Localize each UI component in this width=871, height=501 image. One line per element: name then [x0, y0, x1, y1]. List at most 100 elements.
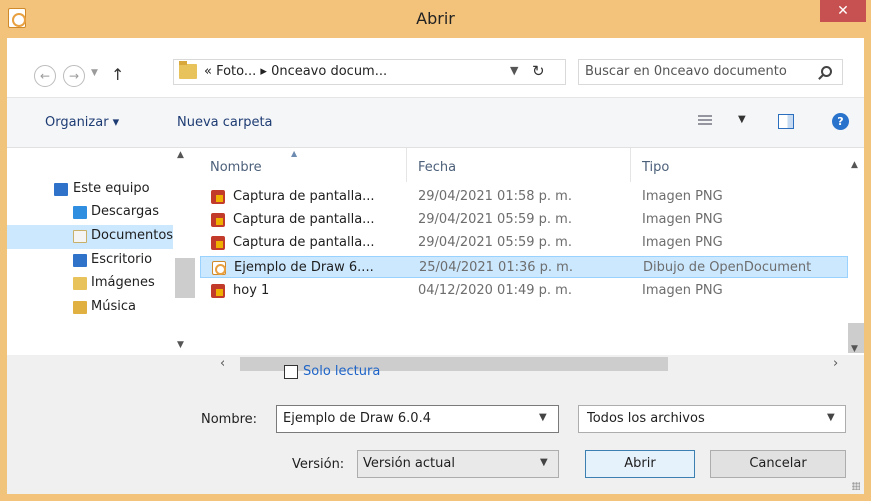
file-date: 04/12/2020 01:49 p. m.	[418, 283, 572, 298]
computer-icon	[54, 183, 68, 196]
file-row[interactable]: Captura de pantalla... 29/04/2021 01:58 …	[200, 186, 848, 208]
file-date: 25/04/2021 01:36 p. m.	[419, 260, 573, 275]
nav-item-label: Este equipo	[73, 181, 150, 196]
column-divider[interactable]	[630, 148, 631, 182]
sort-ascending-icon: ▲	[291, 149, 298, 158]
title-bar: Abrir ✕	[0, 0, 871, 38]
preview-pane-icon[interactable]	[778, 114, 794, 129]
nav-item-label: Imágenes	[91, 275, 155, 290]
nav-item-music[interactable]: Música	[7, 296, 173, 320]
refresh-button[interactable]: ↻	[532, 62, 545, 80]
file-name: hoy 1	[233, 283, 270, 298]
filename-value: Ejemplo de Draw 6.0.4	[283, 411, 431, 426]
nav-item-label: Descargas	[91, 204, 160, 219]
search-placeholder: Buscar en 0nceavo documento	[585, 64, 787, 79]
nav-item-label: Música	[91, 299, 136, 314]
chevron-down-icon[interactable]: ▼	[539, 412, 547, 423]
scroll-down-icon[interactable]: ▼	[851, 344, 858, 354]
file-date: 29/04/2021 05:59 p. m.	[418, 235, 572, 250]
close-button[interactable]: ✕	[820, 0, 866, 22]
vertical-scrollbar[interactable]: ▲ ▼	[848, 148, 864, 355]
file-date: 29/04/2021 05:59 p. m.	[418, 212, 572, 227]
dialog-title: Abrir	[416, 9, 455, 28]
dialog-body: ← → ▼ ↑ « Foto... ▸ 0nceavo docum... ▼ ↻…	[7, 38, 864, 494]
nav-item-desktop[interactable]: Escritorio	[7, 249, 173, 273]
scroll-left-icon[interactable]: ‹	[220, 356, 225, 371]
cancel-button[interactable]: Cancelar	[710, 450, 846, 478]
png-file-icon	[211, 213, 225, 227]
nav-item-documents[interactable]: Documentos	[7, 225, 173, 249]
address-row: ← → ▼ ↑ « Foto... ▸ 0nceavo docum... ▼ ↻…	[7, 38, 864, 98]
file-name: Captura de pantalla...	[233, 235, 375, 250]
organize-button[interactable]: Organizar ▾	[45, 115, 119, 130]
readonly-label[interactable]: Solo lectura	[303, 364, 380, 379]
resize-grip-icon[interactable]	[852, 482, 860, 490]
draw-file-icon	[212, 261, 226, 275]
png-file-icon	[211, 236, 225, 250]
file-type-select[interactable]: Todos los archivos ▼	[578, 405, 846, 433]
file-type-value: Todos los archivos	[587, 411, 705, 426]
version-label: Versión:	[292, 457, 345, 472]
scroll-down-icon[interactable]: ▼	[177, 340, 184, 350]
search-input[interactable]: Buscar en 0nceavo documento	[578, 59, 843, 85]
search-icon[interactable]	[821, 66, 832, 77]
png-file-icon	[211, 190, 225, 204]
version-select[interactable]: Versión actual ▼	[357, 450, 559, 478]
scroll-up-icon[interactable]: ▲	[177, 150, 184, 160]
music-icon	[73, 301, 87, 314]
window-border	[0, 494, 871, 501]
file-row[interactable]: hoy 1 04/12/2020 01:49 p. m. Imagen PNG	[200, 280, 848, 302]
file-type: Imagen PNG	[642, 189, 723, 204]
address-bar[interactable]: « Foto... ▸ 0nceavo docum... ▼ ↻	[173, 59, 566, 85]
new-folder-button[interactable]: Nueva carpeta	[177, 115, 273, 130]
open-button[interactable]: Abrir	[585, 450, 695, 478]
pictures-icon	[73, 277, 87, 290]
open-dialog: Abrir ✕ ← → ▼ ↑ « Foto... ▸ 0nceavo docu…	[0, 0, 871, 501]
nav-item-label: Documentos	[91, 228, 173, 243]
desktop-icon	[73, 254, 87, 267]
nav-item-downloads[interactable]: Descargas	[7, 201, 173, 225]
chevron-down-icon[interactable]: ▼	[738, 114, 746, 125]
view-options-icon[interactable]	[698, 115, 712, 127]
filename-label: Nombre:	[201, 412, 258, 427]
column-divider[interactable]	[406, 148, 407, 182]
up-button[interactable]: ↑	[111, 65, 124, 84]
file-type: Imagen PNG	[642, 212, 723, 227]
file-type: Imagen PNG	[642, 235, 723, 250]
nav-scrollbar-thumb[interactable]	[175, 258, 195, 298]
filename-field[interactable]: Ejemplo de Draw 6.0.4 ▼	[276, 405, 559, 433]
navigation-pane: ▲ Este equipo Descargas Documentos Escri…	[7, 148, 196, 355]
file-row[interactable]: Captura de pantalla... 29/04/2021 05:59 …	[200, 209, 848, 231]
readonly-checkbox[interactable]	[284, 365, 298, 379]
nav-item-this-pc[interactable]: Este equipo	[7, 178, 173, 202]
column-header-name[interactable]: Nombre	[210, 160, 262, 175]
breadcrumb[interactable]: « Foto... ▸ 0nceavo docum...	[204, 64, 387, 79]
chevron-down-icon[interactable]: ▼	[540, 457, 548, 468]
file-list: ▲ Nombre Fecha Tipo Captura de pantalla.…	[196, 148, 864, 355]
downloads-icon	[73, 206, 87, 219]
file-type: Imagen PNG	[642, 283, 723, 298]
forward-button[interactable]: →	[63, 65, 85, 87]
recent-locations-icon[interactable]: ▼	[91, 68, 98, 78]
file-date: 29/04/2021 01:58 p. m.	[418, 189, 572, 204]
file-type: Dibujo de OpenDocument	[643, 260, 812, 275]
version-value: Versión actual	[363, 456, 455, 471]
toolbar: Organizar ▾ Nueva carpeta ▼ ?	[7, 98, 864, 148]
column-header-date[interactable]: Fecha	[418, 160, 456, 175]
scroll-right-icon[interactable]: ›	[833, 356, 838, 371]
chevron-down-icon[interactable]: ▼	[510, 64, 518, 77]
chevron-down-icon[interactable]: ▼	[827, 412, 835, 423]
column-header-type[interactable]: Tipo	[642, 160, 669, 175]
back-button[interactable]: ←	[34, 65, 56, 87]
nav-item-label: Escritorio	[91, 252, 153, 267]
file-row-selected[interactable]: Ejemplo de Draw 6.... 25/04/2021 01:36 p…	[200, 256, 848, 278]
file-name: Captura de pantalla...	[233, 212, 375, 227]
file-name: Ejemplo de Draw 6....	[234, 260, 374, 275]
help-icon[interactable]: ?	[832, 113, 849, 130]
png-file-icon	[211, 284, 225, 298]
nav-item-pictures[interactable]: Imágenes	[7, 272, 173, 296]
scroll-up-icon[interactable]: ▲	[851, 160, 858, 170]
folder-icon	[179, 61, 197, 79]
file-row[interactable]: Captura de pantalla... 29/04/2021 05:59 …	[200, 232, 848, 254]
file-name: Captura de pantalla...	[233, 189, 375, 204]
